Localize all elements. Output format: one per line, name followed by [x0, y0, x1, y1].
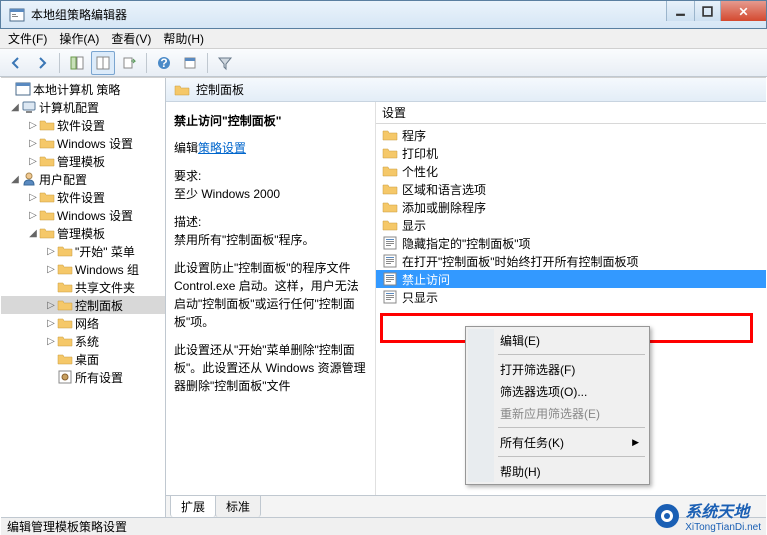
setting-item[interactable]: 区域和语言选项	[376, 180, 766, 198]
menu-file[interactable]: 文件(F)	[8, 30, 47, 47]
tab-extended[interactable]: 扩展	[170, 495, 216, 517]
tree-system[interactable]: ▷系统	[1, 332, 165, 350]
help-button[interactable]: ?	[152, 51, 176, 75]
setting-item[interactable]: 显示	[376, 216, 766, 234]
ctx-help[interactable]: 帮助(H)	[468, 460, 647, 482]
status-text: 编辑管理模板策略设置	[7, 518, 127, 535]
content-title: 控制面板	[196, 81, 244, 98]
filter-button[interactable]	[213, 51, 237, 75]
tree-control-panel[interactable]: ▷控制面板	[1, 296, 165, 314]
main-area: 本地计算机 策略 ◢计算机配置 ▷软件设置 ▷Windows 设置 ▷管理模板 …	[1, 77, 766, 517]
tree-start-menu[interactable]: ▷"开始" 菜单	[1, 242, 165, 260]
folder-icon	[174, 82, 190, 98]
setting-item[interactable]: 隐藏指定的"控制面板"项	[376, 234, 766, 252]
export-button[interactable]	[117, 51, 141, 75]
setting-item[interactable]: 个性化	[376, 162, 766, 180]
ctx-all-tasks[interactable]: 所有任务(K)▶	[468, 431, 647, 453]
toolbar: ?	[0, 49, 767, 77]
tree-windows-comp[interactable]: ▷Windows 组	[1, 260, 165, 278]
window-buttons	[666, 1, 766, 21]
setting-item[interactable]: 只显示	[376, 288, 766, 306]
settings-header[interactable]: 设置	[376, 102, 766, 124]
ctx-filter-options[interactable]: 筛选器选项(O)...	[468, 380, 647, 402]
tree-user-windows[interactable]: ▷Windows 设置	[1, 206, 165, 224]
app-icon	[9, 7, 25, 23]
tree-network[interactable]: ▷网络	[1, 314, 165, 332]
setting-item[interactable]: 添加或删除程序	[376, 198, 766, 216]
properties-button[interactable]	[178, 51, 202, 75]
context-menu: 编辑(E) 打开筛选器(F) 筛选器选项(O)... 重新应用筛选器(E) 所有…	[465, 326, 650, 485]
tree-user-admin[interactable]: ◢管理模板	[1, 224, 165, 242]
tab-standard[interactable]: 标准	[215, 495, 261, 517]
tree-user-software[interactable]: ▷软件设置	[1, 188, 165, 206]
menu-help[interactable]: 帮助(H)	[163, 30, 204, 47]
menu-action[interactable]: 操作(A)	[59, 30, 99, 47]
minimize-button[interactable]	[666, 1, 694, 21]
edit-policy-link[interactable]: 策略设置	[198, 141, 246, 155]
detail-title: 禁止访问"控制面板"	[174, 112, 367, 129]
tree-desktop[interactable]: 桌面	[1, 350, 165, 368]
menu-view[interactable]: 查看(V)	[111, 30, 151, 47]
tree-computer-config[interactable]: ◢计算机配置	[1, 98, 165, 116]
content-header: 控制面板	[166, 78, 766, 102]
maximize-button[interactable]	[694, 1, 720, 21]
setting-item[interactable]: 程序	[376, 126, 766, 144]
tree-comp-windows[interactable]: ▷Windows 设置	[1, 134, 165, 152]
statusbar: 编辑管理模板策略设置	[1, 517, 766, 535]
ctx-reapply-filter: 重新应用筛选器(E)	[468, 402, 647, 424]
watermark: 系统天地 XiTongTianDi.net	[653, 498, 761, 533]
tree-root[interactable]: 本地计算机 策略	[1, 80, 165, 98]
tree-comp-software[interactable]: ▷软件设置	[1, 116, 165, 134]
view-mode-button[interactable]	[91, 51, 115, 75]
tree-all-settings[interactable]: 所有设置	[1, 368, 165, 386]
show-hide-tree-button[interactable]	[65, 51, 89, 75]
titlebar: 本地组策略编辑器	[0, 0, 767, 29]
watermark-icon	[653, 502, 681, 530]
tree-shared-folders[interactable]: 共享文件夹	[1, 278, 165, 296]
setting-item[interactable]: 禁止访问	[376, 270, 766, 288]
setting-item[interactable]: 在打开"控制面板"时始终打开所有控制面板项	[376, 252, 766, 270]
window-title: 本地组策略编辑器	[31, 6, 127, 23]
close-button[interactable]	[720, 1, 766, 21]
ctx-open-filter[interactable]: 打开筛选器(F)	[468, 358, 647, 380]
tree-comp-admin[interactable]: ▷管理模板	[1, 152, 165, 170]
tree-user-config[interactable]: ◢用户配置	[1, 170, 165, 188]
chevron-right-icon: ▶	[632, 437, 639, 448]
tree-panel: 本地计算机 策略 ◢计算机配置 ▷软件设置 ▷Windows 设置 ▷管理模板 …	[1, 78, 166, 517]
setting-item[interactable]: 打印机	[376, 144, 766, 162]
svg-text:?: ?	[160, 56, 167, 70]
detail-pane: 禁止访问"控制面板" 编辑策略设置 要求:至少 Windows 2000 描述:…	[166, 102, 376, 495]
back-button[interactable]	[4, 51, 28, 75]
forward-button[interactable]	[30, 51, 54, 75]
ctx-edit[interactable]: 编辑(E)	[468, 329, 647, 351]
menubar: 文件(F) 操作(A) 查看(V) 帮助(H)	[0, 29, 767, 49]
